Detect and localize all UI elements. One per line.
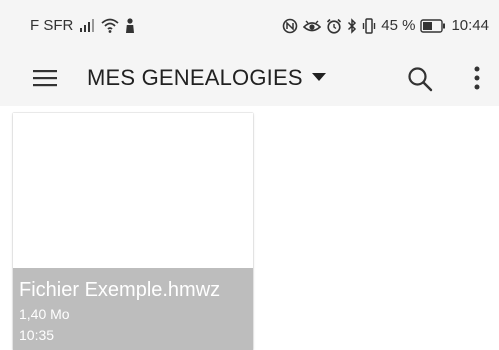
battery-percent-label: 45 %	[381, 17, 416, 34]
carrier-label: F SFR	[30, 17, 74, 34]
status-bar: F SFR 45 % 10:44	[0, 0, 499, 50]
status-left-group: F SFR	[30, 16, 135, 36]
person-icon	[125, 18, 135, 34]
file-info-panel: Fichier Exemple.hmwz 1,40 Mo 10:35	[13, 268, 253, 350]
alarm-icon	[326, 18, 342, 34]
signal-icon	[79, 19, 95, 33]
file-size: 1,40 Mo	[19, 306, 70, 322]
file-card[interactable]: Fichier Exemple.hmwz 1,40 Mo 10:35	[13, 113, 253, 350]
page-title: MES GENEALOGIES	[87, 65, 303, 90]
genealogy-selector[interactable]: MES GENEALOGIES	[87, 63, 327, 93]
nfc-icon	[282, 18, 298, 34]
wifi-icon	[101, 18, 119, 34]
more-options-button[interactable]	[466, 63, 488, 93]
bluetooth-icon	[347, 18, 357, 34]
search-button[interactable]	[405, 64, 435, 94]
status-right-group: 45 % 10:44	[282, 16, 489, 36]
more-vertical-icon	[466, 66, 488, 97]
file-name: Fichier Exemple.hmwz	[19, 279, 221, 301]
navigation-menu-button[interactable]	[30, 64, 60, 92]
file-preview	[13, 113, 253, 268]
file-time: 10:35	[19, 327, 55, 343]
vibrate-icon	[362, 18, 376, 34]
clock-label: 10:44	[451, 17, 489, 34]
app-toolbar: MES GENEALOGIES	[0, 50, 499, 106]
battery-icon	[420, 19, 446, 33]
dropdown-arrow-icon	[311, 69, 327, 87]
hamburger-menu-icon	[30, 70, 60, 96]
eye-icon	[303, 18, 322, 34]
app-screen: F SFR 45 % 10:44 MES GENEALOGIES Fichier…	[0, 0, 499, 350]
search-icon	[405, 67, 435, 98]
